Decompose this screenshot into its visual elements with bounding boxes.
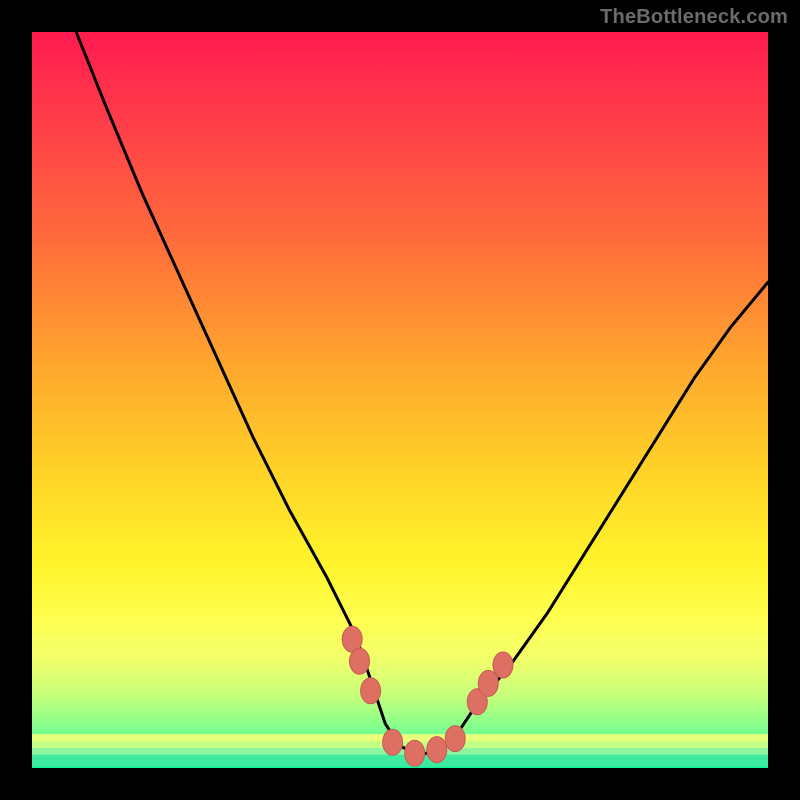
marker-dot xyxy=(361,678,381,704)
watermark-text: TheBottleneck.com xyxy=(600,6,788,29)
marker-dot xyxy=(445,726,465,752)
marker-dot xyxy=(427,737,447,763)
marker-dot xyxy=(405,740,425,766)
marker-dot xyxy=(383,729,403,755)
curve-line xyxy=(76,32,768,753)
plot-area xyxy=(32,32,768,768)
marker-dot xyxy=(493,652,513,678)
marker-dot xyxy=(478,670,498,696)
chart-frame: TheBottleneck.com xyxy=(0,0,800,800)
chart-svg xyxy=(32,32,768,768)
marker-dot xyxy=(350,648,370,674)
